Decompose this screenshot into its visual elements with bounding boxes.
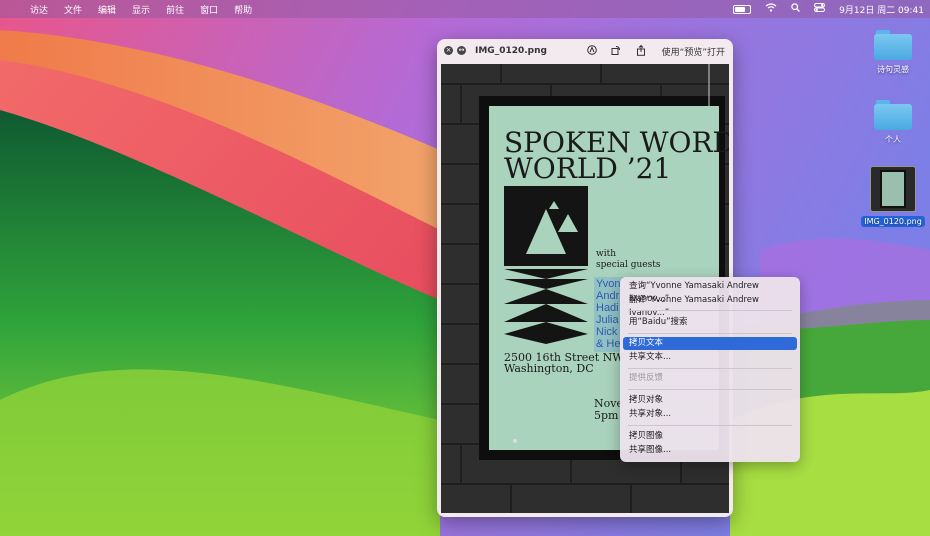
menu-separator — [628, 389, 792, 390]
close-icon[interactable]: × — [444, 46, 453, 55]
battery-icon[interactable] — [733, 4, 752, 14]
menu-separator — [628, 333, 792, 334]
markup-icon[interactable] — [587, 45, 597, 58]
fullscreen-icon[interactable]: ↔ — [457, 46, 466, 55]
folder-icon — [874, 100, 912, 130]
menu-item-feedback: 提供反馈 — [629, 373, 664, 383]
menu-item-copy-image[interactable]: 拷贝图像 — [623, 430, 797, 443]
menu-view[interactable]: 显示 — [132, 3, 150, 16]
menu-separator — [628, 310, 792, 311]
control-center-icon[interactable] — [814, 3, 826, 15]
menu-finder[interactable]: 访达 — [30, 3, 48, 16]
menu-help[interactable]: 帮助 — [234, 3, 252, 16]
desktop-file-image[interactable]: IMG_0120.png — [858, 166, 928, 227]
desktop-item-label: IMG_0120.png — [861, 216, 925, 227]
desktop-item-label: 个人 — [885, 135, 901, 144]
menu-item-share-object[interactable]: 共享对象... — [623, 408, 797, 421]
poster-date-line2: 5pm — [594, 409, 619, 422]
desktop-folder-poetry[interactable]: 诗句灵感 — [862, 30, 924, 75]
open-with-preview-button[interactable]: 使用“预览”打开 — [662, 45, 725, 58]
share-icon[interactable] — [636, 44, 646, 59]
wifi-icon[interactable] — [765, 3, 777, 15]
desktop-folder-personal[interactable]: 个人 — [862, 100, 924, 145]
context-menu: 查询“Yvonne Yamasaki Andrew Ivanov...” 翻译“… — [620, 277, 800, 462]
menu-item-lookup[interactable]: 查询“Yvonne Yamasaki Andrew Ivanov...” — [623, 280, 797, 304]
desktop-item-label: 诗句灵感 — [877, 65, 909, 74]
window-title: IMG_0120.png — [475, 46, 547, 56]
image-thumbnail-icon — [870, 166, 916, 212]
poster-special-guests: special guests — [596, 260, 661, 270]
poster-title-line2: WORLD ’21 — [504, 152, 671, 185]
poster-with: with — [596, 249, 616, 259]
quicklook-toolbar: × ↔ IMG_0120.png 使用“预览”打开 — [437, 39, 733, 63]
menu-window[interactable]: 窗口 — [200, 3, 218, 16]
menu-separator — [628, 425, 792, 426]
menu-go[interactable]: 前往 — [166, 3, 184, 16]
menu-file[interactable]: 文件 — [64, 3, 82, 16]
folder-icon — [874, 30, 912, 60]
menu-item-share-image[interactable]: 共享图像... — [623, 444, 797, 457]
menu-edit[interactable]: 编辑 — [98, 3, 116, 16]
menu-item-copy-object[interactable]: 拷贝对象 — [623, 394, 797, 407]
menu-separator — [628, 368, 792, 369]
rotate-icon[interactable] — [611, 45, 621, 58]
menubar-clock[interactable]: 9月12日 周二 09:41 — [839, 3, 924, 16]
menu-item-search-baidu[interactable]: 用“Baidu”搜索 — [623, 316, 797, 329]
menu-bar: 访达 文件 编辑 显示 前往 窗口 帮助 9月12日 周二 09:41 — [0, 0, 930, 18]
poster-address-line2: Washington, DC — [504, 362, 594, 375]
menu-item-copy-text[interactable]: 拷贝文本 — [623, 337, 797, 350]
search-icon[interactable] — [791, 3, 801, 15]
menu-item-translate[interactable]: 翻译“Yvonne Yamasaki Andrew Ivanov...” — [623, 294, 797, 318]
menu-item-share-text[interactable]: 共享文本... — [623, 351, 797, 364]
